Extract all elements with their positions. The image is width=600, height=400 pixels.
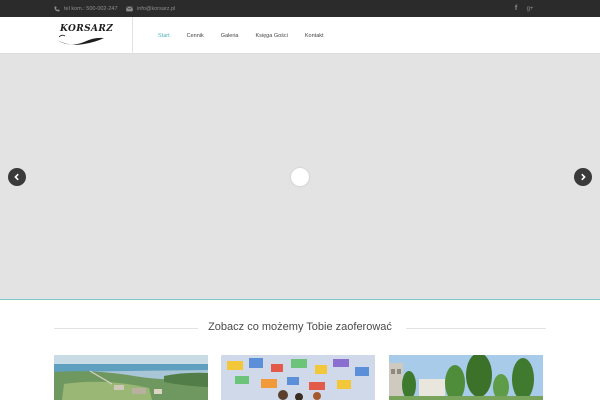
- envelope-icon: [126, 6, 133, 11]
- korsarz-logo[interactable]: KORSARZ: [56, 23, 113, 47]
- phone-text: tel kom.: 500-002-247: [64, 5, 118, 12]
- slider-prev-button[interactable]: [8, 168, 26, 186]
- nav-item-galeria[interactable]: Galeria: [221, 33, 239, 39]
- heading-line-right: [406, 328, 546, 329]
- nav-item-start[interactable]: Start: [158, 33, 170, 39]
- offer-card-trees-building[interactable]: [389, 355, 543, 400]
- offer-section-heading: Zobacz co możemy Tobie zaoferować: [54, 318, 546, 338]
- chevron-left-icon: [14, 173, 19, 181]
- email-link[interactable]: info@korsarz.pl: [137, 6, 175, 12]
- header-divider: [132, 17, 133, 54]
- slider-next-button[interactable]: [574, 168, 592, 186]
- nav-item-kontakt[interactable]: Kontakt: [305, 33, 324, 39]
- offer-card-colorful-board[interactable]: [221, 355, 375, 400]
- colorful-board-image: [221, 355, 375, 400]
- section-title: Zobacz co możemy Tobie zaoferować: [208, 321, 392, 333]
- nav-item-cennik[interactable]: Cennik: [187, 33, 204, 39]
- phone-contact: tel kom.: 500-002-247: [54, 0, 118, 17]
- logo-swoosh-icon: [57, 34, 104, 45]
- facebook-icon[interactable]: f: [510, 0, 522, 17]
- hero-slider: [0, 54, 600, 300]
- site-header: KORSARZ Start Cennik Galeria Księga Gośc…: [0, 17, 600, 54]
- phone-icon: [54, 5, 60, 12]
- offer-cards: [54, 355, 546, 400]
- email-contact[interactable]: info@korsarz.pl: [126, 0, 175, 17]
- top-bar: tel kom.: 500-002-247 info@korsarz.pl f …: [0, 0, 600, 17]
- main-nav: Start Cennik Galeria Księga Gości Kontak…: [158, 17, 341, 54]
- google-plus-icon[interactable]: g+: [524, 0, 536, 17]
- trees-building-image: [389, 355, 543, 400]
- chevron-right-icon: [581, 173, 586, 181]
- offer-card-aerial-coast[interactable]: [54, 355, 208, 400]
- nav-item-ksiega-gosci[interactable]: Księga Gości: [255, 33, 287, 39]
- aerial-coast-image: [54, 355, 208, 400]
- loading-spinner-icon: [291, 168, 309, 186]
